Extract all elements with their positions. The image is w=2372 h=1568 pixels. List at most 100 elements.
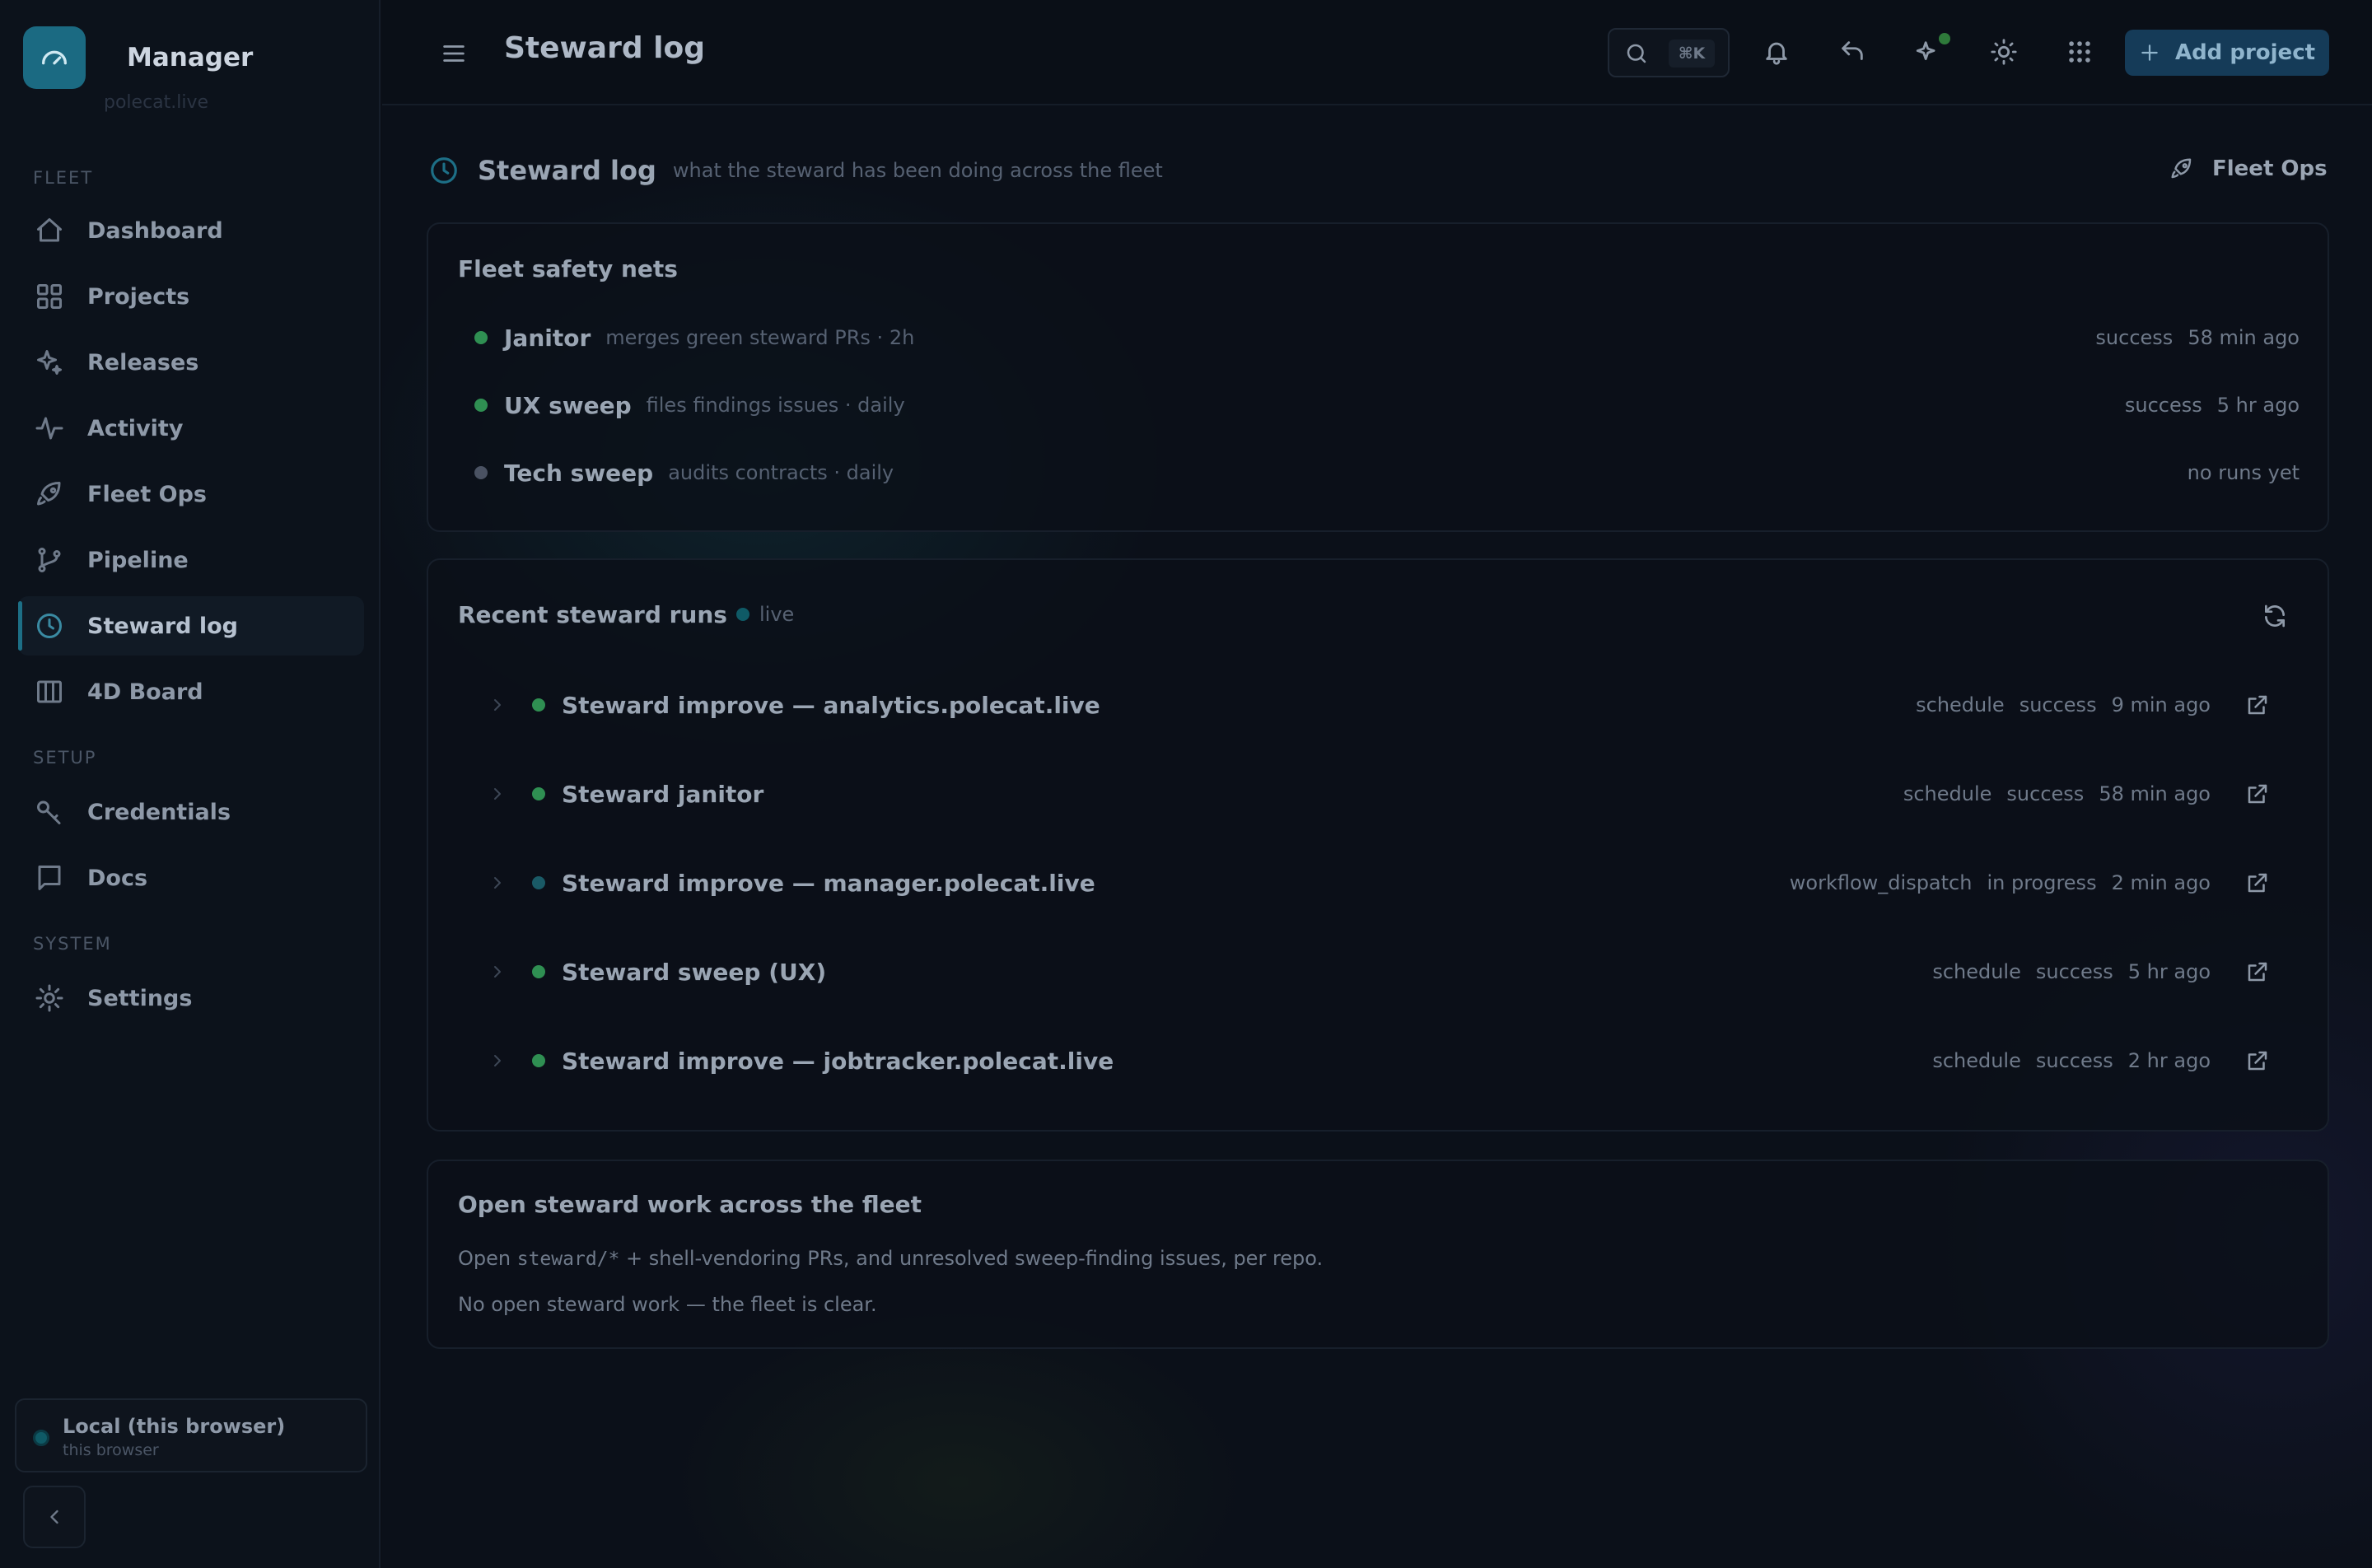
time-text: 5 hr ago — [2216, 394, 2300, 417]
add-project-button[interactable]: Add project — [2125, 30, 2329, 76]
sparkles-icon[interactable] — [1914, 38, 1942, 66]
sidebar-item-dashboard[interactable]: Dashboard — [18, 201, 364, 260]
card-title: Recent steward runs — [458, 601, 727, 628]
sidebar-item-label: Pipeline — [87, 547, 189, 573]
apps-grid-icon[interactable] — [2066, 38, 2094, 66]
status-text: success — [2095, 326, 2174, 349]
sidebar-item-credentials[interactable]: Credentials — [18, 782, 364, 842]
desc-prefix: Open — [458, 1247, 517, 1270]
search-shortcut: ⌘K — [1669, 40, 1715, 68]
safety-net-row[interactable]: Janitor merges green steward PRs · 2h su… — [474, 321, 2300, 354]
chevron-right-icon[interactable] — [488, 784, 507, 804]
run-time: 9 min ago — [2111, 693, 2211, 716]
sidebar-item-label: Activity — [87, 415, 184, 441]
sidebar-item-steward-log[interactable]: Steward log — [18, 596, 364, 656]
undo-icon[interactable] — [1838, 38, 1866, 66]
safety-net-row[interactable]: Tech sweep audits contracts · daily no r… — [474, 456, 2300, 489]
sidebar-item-4d-board[interactable]: 4D Board — [18, 662, 364, 721]
section-label-system: SYSTEM — [33, 934, 112, 954]
safety-net-desc: audits contracts · daily — [668, 461, 894, 484]
sidebar-item-settings[interactable]: Settings — [18, 968, 364, 1028]
workspace-switcher[interactable]: Local (this browser) this browser — [15, 1398, 367, 1472]
run-trigger: schedule — [1932, 1049, 2021, 1072]
open-work-description: Open steward/* + shell-vendoring PRs, an… — [458, 1247, 1323, 1270]
bell-icon[interactable] — [1763, 38, 1791, 66]
run-row[interactable]: Steward improve — analytics.polecat.live… — [488, 687, 2270, 723]
sidebar-item-activity[interactable]: Activity — [18, 399, 364, 458]
open-work-empty-state: No open steward work — the fleet is clea… — [458, 1293, 877, 1316]
external-link-icon[interactable] — [2245, 870, 2270, 895]
safety-net-row[interactable]: UX sweep files findings issues · daily s… — [474, 389, 2300, 422]
status-dot — [532, 1054, 545, 1067]
external-link-icon[interactable] — [2245, 693, 2270, 717]
live-label: live — [759, 603, 795, 626]
sidebar-item-label: Fleet Ops — [87, 481, 207, 507]
chevron-left-icon — [43, 1505, 66, 1528]
status-dot — [532, 965, 545, 978]
sun-icon[interactable] — [1990, 38, 2018, 66]
status-dot — [474, 331, 488, 344]
run-title: Steward improve — jobtracker.polecat.liv… — [562, 1047, 1114, 1075]
fleet-ops-link[interactable]: Fleet Ops — [2169, 156, 2328, 181]
external-link-icon[interactable] — [2245, 959, 2270, 984]
run-row[interactable]: Steward janitor schedule success 58 min ag… — [488, 776, 2270, 812]
refresh-icon[interactable] — [2262, 603, 2288, 629]
run-title: Steward improve — analytics.polecat.live — [562, 691, 1100, 719]
collapse-sidebar-button[interactable] — [23, 1486, 86, 1548]
fleet-safety-nets-card: Fleet safety nets Janitor merges green s… — [427, 222, 2329, 532]
plus-icon — [2139, 42, 2160, 63]
page-title: Steward log — [504, 31, 706, 65]
external-link-icon[interactable] — [2245, 1048, 2270, 1073]
git-branch-icon — [35, 545, 64, 575]
run-trigger: schedule — [1932, 960, 2021, 983]
sidebar-item-label: Projects — [87, 283, 190, 310]
add-project-label: Add project — [2174, 40, 2316, 65]
chevron-right-icon[interactable] — [488, 873, 507, 893]
open-work-card: Open steward work across the fleet Open … — [427, 1160, 2329, 1349]
brand[interactable]: Manager — [23, 26, 253, 89]
columns-icon — [35, 677, 64, 707]
app-subtitle: polecat.live — [104, 92, 209, 113]
app-name: Manager — [127, 43, 254, 72]
run-status: success — [2035, 1049, 2113, 1072]
search-icon — [1624, 41, 1649, 66]
clock-icon — [428, 155, 460, 186]
workspace-subtitle: this browser — [63, 1441, 159, 1459]
chevron-right-icon[interactable] — [488, 1051, 507, 1071]
search-button[interactable]: ⌘K — [1608, 28, 1730, 77]
run-meta: schedule success 5 hr ago — [1932, 960, 2211, 983]
live-dot — [736, 608, 749, 621]
sidebar-item-docs[interactable]: Docs — [18, 848, 364, 908]
run-trigger: schedule — [1903, 782, 1992, 805]
sidebar-item-label: Releases — [87, 349, 199, 376]
run-time: 2 hr ago — [2127, 1049, 2211, 1072]
chevron-right-icon[interactable] — [488, 695, 507, 715]
external-link-icon[interactable] — [2245, 782, 2270, 806]
card-title: Open steward work across the fleet — [458, 1191, 922, 1218]
status-text: success — [2124, 394, 2202, 417]
sidebar-item-projects[interactable]: Projects — [18, 267, 364, 326]
sparkles-icon — [35, 348, 64, 377]
section-label-fleet: FLEET — [33, 168, 94, 188]
sidebar-item-pipeline[interactable]: Pipeline — [18, 530, 364, 590]
run-trigger: workflow_dispatch — [1789, 871, 1973, 894]
safety-net-status: no runs yet — [2188, 461, 2300, 484]
safety-net-desc: merges green steward PRs · 2h — [605, 326, 915, 349]
card-title: Fleet safety nets — [458, 255, 678, 282]
section-header: Steward log what the steward has been do… — [428, 155, 1163, 186]
section-label-setup: SETUP — [33, 748, 97, 768]
run-row[interactable]: Steward improve — jobtracker.polecat.liv… — [488, 1043, 2270, 1079]
menu-icon[interactable] — [440, 40, 468, 68]
chevron-right-icon[interactable] — [488, 962, 507, 982]
workspace-name: Local (this browser) — [63, 1415, 286, 1438]
rocket-icon — [35, 479, 64, 509]
run-row[interactable]: Steward improve — manager.polecat.live w… — [488, 865, 2270, 901]
desc-suffix: + shell-vendoring PRs, and unresolved sw… — [619, 1247, 1324, 1270]
sidebar-item-releases[interactable]: Releases — [18, 333, 364, 392]
sidebar-item-fleet-ops[interactable]: Fleet Ops — [18, 464, 364, 524]
run-row[interactable]: Steward sweep (UX) schedule success 5 hr a… — [488, 954, 2270, 990]
sidebar-item-label: Credentials — [87, 799, 231, 825]
live-badge: live — [736, 603, 794, 626]
status-dot — [474, 466, 488, 479]
home-icon — [35, 216, 64, 245]
